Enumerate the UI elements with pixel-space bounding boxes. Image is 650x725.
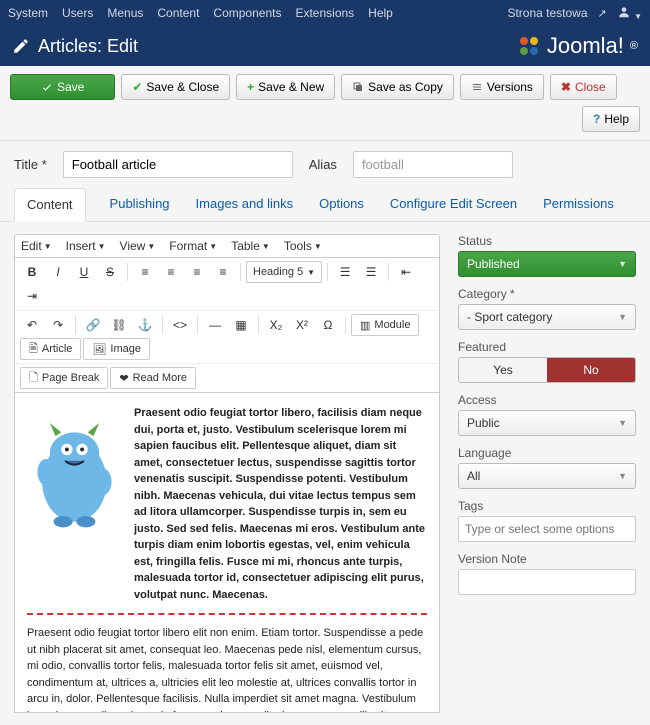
help-button[interactable]: ?Help bbox=[582, 106, 640, 132]
title-input[interactable] bbox=[63, 151, 293, 178]
article-button[interactable]: 🗎 Article bbox=[20, 338, 81, 360]
main-area: Edit▼ Insert▼ View▼ Format▼ Table▼ Tools… bbox=[0, 222, 650, 725]
table-icon[interactable]: ▦ bbox=[229, 314, 253, 336]
version-note-input[interactable] bbox=[458, 569, 636, 595]
outdent-icon[interactable]: ⇤ bbox=[394, 261, 418, 283]
status-label: Status bbox=[458, 234, 636, 248]
tab-images-links[interactable]: Images and links bbox=[194, 188, 296, 221]
editor-content[interactable]: Praesent odio feugiat tortor libero, fac… bbox=[14, 393, 440, 713]
alias-label: Alias bbox=[309, 157, 337, 172]
version-note-label: Version Note bbox=[458, 552, 636, 566]
editor-menu-view[interactable]: View▼ bbox=[120, 239, 156, 253]
editor-column: Edit▼ Insert▼ View▼ Format▼ Table▼ Tools… bbox=[14, 234, 440, 713]
category-select[interactable]: - Sport category▼ bbox=[458, 304, 636, 330]
versions-button[interactable]: Versions bbox=[460, 74, 544, 100]
featured-label: Featured bbox=[458, 340, 636, 354]
special-char-icon[interactable]: Ω bbox=[316, 314, 340, 336]
align-justify-icon[interactable]: ≡ bbox=[211, 261, 235, 283]
align-left-icon[interactable]: ≡ bbox=[133, 261, 157, 283]
language-select[interactable]: All▼ bbox=[458, 463, 636, 489]
page-title: Articles: Edit bbox=[38, 36, 138, 57]
intro-text: Praesent odio feugiat tortor libero, fac… bbox=[134, 405, 427, 603]
save-new-button[interactable]: +Save & New bbox=[236, 74, 335, 100]
featured-no[interactable]: No bbox=[547, 358, 635, 382]
status-select[interactable]: Published▼ bbox=[458, 251, 636, 277]
tab-configure-edit[interactable]: Configure Edit Screen bbox=[388, 188, 519, 221]
source-code-icon[interactable]: <> bbox=[168, 314, 192, 336]
pagebreak-button[interactable]: 🗋 Page Break bbox=[20, 367, 108, 389]
hr-icon[interactable]: — bbox=[203, 314, 227, 336]
image-button[interactable]: 🖼 Image bbox=[83, 338, 150, 360]
undo-icon[interactable]: ↶ bbox=[20, 314, 44, 336]
menu-extensions[interactable]: Extensions bbox=[295, 6, 354, 20]
editor-toolbar-2: ↶ ↷ 🔗 ⛓ ⚓ <> — ▦ X₂ X² Ω ▥ Module 🗎 Arti… bbox=[14, 311, 440, 364]
monster-image bbox=[27, 405, 122, 530]
align-center-icon[interactable]: ≡ bbox=[159, 261, 183, 283]
body-para-1: Praesent odio feugiat tortor libero elit… bbox=[27, 625, 427, 713]
save-button[interactable]: Save bbox=[10, 74, 115, 100]
editor-toolbar-3: 🗋 Page Break ❤ Read More bbox=[14, 364, 440, 393]
save-close-button[interactable]: ✔Save & Close bbox=[121, 74, 230, 100]
featured-toggle[interactable]: Yes No bbox=[458, 357, 636, 383]
close-button[interactable]: ✖Close bbox=[550, 74, 617, 100]
page-header: Articles: Edit Joomla!® bbox=[0, 26, 650, 66]
editor-menu-format[interactable]: Format▼ bbox=[169, 239, 217, 253]
tags-input[interactable] bbox=[458, 516, 636, 542]
access-label: Access bbox=[458, 393, 636, 407]
strikethrough-icon[interactable]: S bbox=[98, 261, 122, 283]
title-alias-row: Title Alias bbox=[0, 141, 650, 188]
editor-menu-table[interactable]: Table▼ bbox=[231, 239, 270, 253]
editor-toolbar-1: B I U S ≡ ≡ ≡ ≡ Heading 5▼ ☰ ☰ ⇤ ⇥ bbox=[14, 258, 440, 311]
editor-menu-edit[interactable]: Edit▼ bbox=[21, 239, 52, 253]
featured-yes[interactable]: Yes bbox=[459, 358, 547, 382]
heading-select[interactable]: Heading 5▼ bbox=[246, 261, 322, 283]
joomla-logo: Joomla!® bbox=[517, 33, 638, 59]
pencil-icon bbox=[12, 37, 30, 55]
site-name-link[interactable]: Strona testowa bbox=[507, 6, 587, 20]
tab-content[interactable]: Content bbox=[14, 188, 86, 222]
editor-menu-tools[interactable]: Tools▼ bbox=[284, 239, 322, 253]
underline-icon[interactable]: U bbox=[72, 261, 96, 283]
action-toolbar: Save ✔Save & Close +Save & New Save as C… bbox=[0, 66, 650, 141]
number-list-icon[interactable]: ☰ bbox=[359, 261, 383, 283]
admin-topbar: System Users Menus Content Components Ex… bbox=[0, 0, 650, 26]
alias-input[interactable] bbox=[353, 151, 513, 178]
language-label: Language bbox=[458, 446, 636, 460]
editor-menu-insert[interactable]: Insert▼ bbox=[66, 239, 106, 253]
title-label: Title bbox=[14, 157, 47, 172]
menu-content[interactable]: Content bbox=[157, 6, 199, 20]
indent-icon[interactable]: ⇥ bbox=[20, 285, 44, 307]
menu-users[interactable]: Users bbox=[62, 6, 93, 20]
tab-options[interactable]: Options bbox=[317, 188, 366, 221]
italic-icon[interactable]: I bbox=[46, 261, 70, 283]
category-label: Category * bbox=[458, 287, 636, 301]
external-link-icon[interactable]: ↗ bbox=[598, 7, 607, 20]
tab-publishing[interactable]: Publishing bbox=[108, 188, 172, 221]
link-icon[interactable]: 🔗 bbox=[81, 314, 105, 336]
redo-icon[interactable]: ↷ bbox=[46, 314, 70, 336]
module-button[interactable]: ▥ Module bbox=[351, 314, 419, 336]
readmore-separator bbox=[27, 613, 427, 615]
topbar-menus: System Users Menus Content Components Ex… bbox=[8, 6, 393, 20]
menu-components[interactable]: Components bbox=[213, 6, 281, 20]
subscript-icon[interactable]: X₂ bbox=[264, 314, 288, 336]
menu-system[interactable]: System bbox=[8, 6, 48, 20]
anchor-icon[interactable]: ⚓ bbox=[133, 314, 157, 336]
readmore-button[interactable]: ❤ Read More bbox=[110, 367, 196, 389]
unlink-icon[interactable]: ⛓ bbox=[107, 314, 131, 336]
tags-label: Tags bbox=[458, 499, 636, 513]
menu-menus[interactable]: Menus bbox=[107, 6, 143, 20]
sidebar: Status Published▼ Category * - Sport cat… bbox=[458, 234, 636, 713]
tab-permissions[interactable]: Permissions bbox=[541, 188, 616, 221]
superscript-icon[interactable]: X² bbox=[290, 314, 314, 336]
article-tabs: Content Publishing Images and links Opti… bbox=[0, 188, 650, 222]
bullet-list-icon[interactable]: ☰ bbox=[333, 261, 357, 283]
user-menu-icon[interactable]: ▼ bbox=[617, 5, 642, 22]
menu-help[interactable]: Help bbox=[368, 6, 393, 20]
access-select[interactable]: Public▼ bbox=[458, 410, 636, 436]
save-copy-button[interactable]: Save as Copy bbox=[341, 74, 454, 100]
bold-icon[interactable]: B bbox=[20, 261, 44, 283]
editor-menubar: Edit▼ Insert▼ View▼ Format▼ Table▼ Tools… bbox=[14, 234, 440, 258]
align-right-icon[interactable]: ≡ bbox=[185, 261, 209, 283]
